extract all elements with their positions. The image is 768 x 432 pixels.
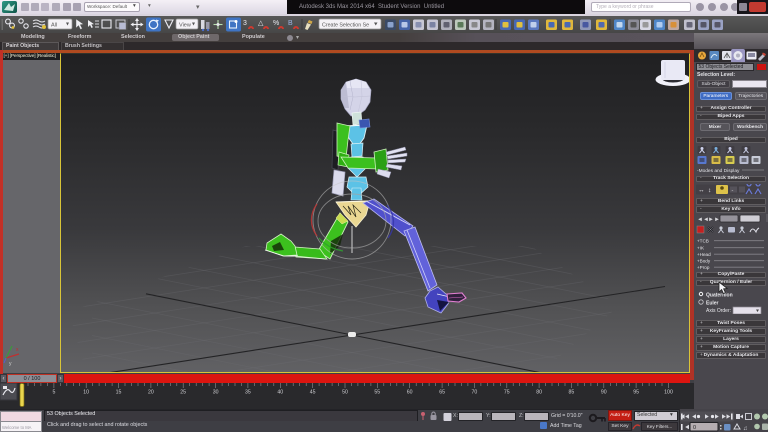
svg-text:80: 80	[536, 390, 542, 396]
svg-text:View: View	[179, 23, 191, 29]
svg-text:+TCB: +TCB	[697, 239, 709, 244]
svg-text:All: All	[51, 23, 57, 29]
svg-text:45: 45	[310, 390, 316, 396]
svg-text:y: y	[9, 361, 12, 367]
svg-text:10: 10	[83, 390, 89, 396]
svg-text:85: 85	[569, 390, 575, 396]
svg-text:+Head: +Head	[697, 252, 711, 257]
svg-text:-Modes and Display: -Modes and Display	[697, 168, 740, 173]
svg-text:30: 30	[213, 390, 219, 396]
svg-text:Create Selection Se: Create Selection Se	[322, 22, 369, 28]
svg-text:x: x	[16, 347, 19, 353]
svg-text:+Prop: +Prop	[697, 265, 710, 270]
svg-text:25: 25	[180, 390, 186, 396]
svg-text:90: 90	[601, 390, 607, 396]
svg-text:65: 65	[439, 390, 445, 396]
svg-text:↔: ↔	[698, 187, 705, 194]
svg-text:100: 100	[664, 390, 673, 396]
svg-text:55: 55	[374, 390, 380, 396]
svg-text:15: 15	[116, 390, 122, 396]
svg-text:60: 60	[407, 390, 413, 396]
svg-text:3: 3	[243, 20, 247, 27]
svg-text:Euler: Euler	[706, 300, 719, 306]
svg-text:Axis Order:: Axis Order:	[706, 308, 731, 314]
svg-text:-: -	[732, 188, 734, 194]
svg-text:95: 95	[633, 390, 639, 396]
svg-text:20: 20	[148, 390, 154, 396]
svg-text:50: 50	[342, 390, 348, 396]
svg-text:+Body: +Body	[697, 259, 711, 264]
svg-text:►►: ►►	[708, 217, 720, 223]
svg-text:%: %	[273, 20, 279, 27]
svg-text:B: B	[288, 20, 293, 27]
svg-text:5: 5	[52, 390, 55, 396]
svg-text:0: 0	[693, 425, 696, 431]
svg-text:♫: ♫	[743, 426, 748, 432]
svg-text:↕: ↕	[708, 187, 711, 194]
svg-text:40: 40	[277, 390, 283, 396]
svg-text:35: 35	[245, 390, 251, 396]
svg-text:△: △	[258, 20, 264, 27]
svg-text:+IK: +IK	[697, 246, 705, 251]
svg-text:70: 70	[472, 390, 478, 396]
svg-text:75: 75	[504, 390, 510, 396]
